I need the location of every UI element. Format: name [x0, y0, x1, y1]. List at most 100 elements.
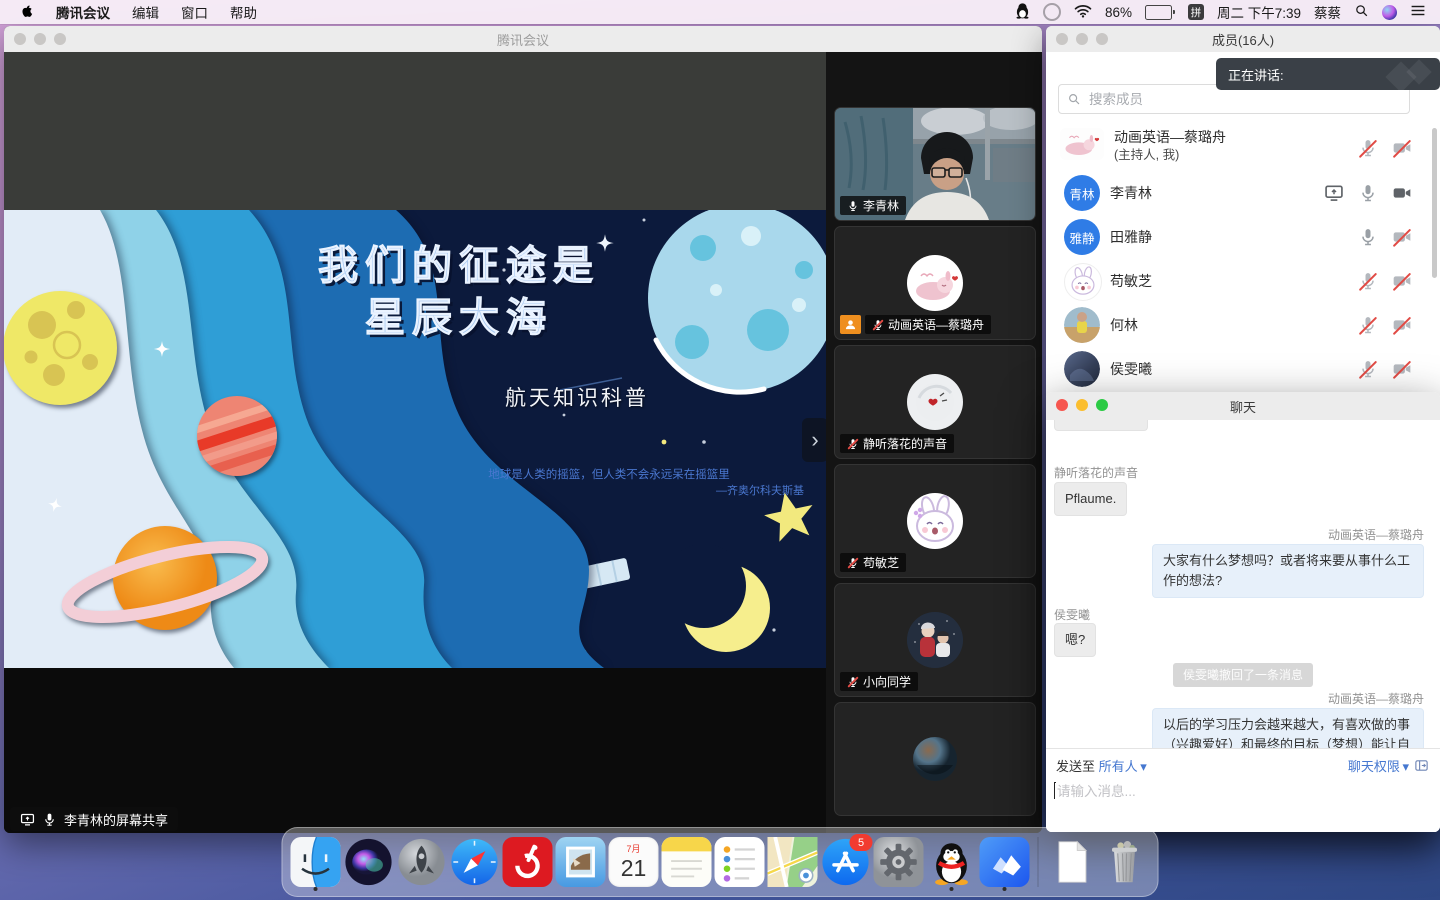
minimize-button[interactable] — [1076, 33, 1088, 45]
chat-titlebar: 聊天 — [1046, 392, 1440, 421]
dock-tencent-meeting-icon[interactable] — [980, 837, 1030, 887]
mic-on-icon[interactable] — [1358, 183, 1378, 203]
tile-name-label: 动画英语—蔡璐舟 — [865, 315, 991, 334]
zoom-button[interactable] — [1096, 33, 1108, 45]
avatar — [907, 374, 963, 430]
chat-footer: 发送至 所有人 ▾ 聊天权限 ▾ — [1046, 748, 1440, 832]
dock-maps-icon[interactable] — [768, 837, 818, 887]
dock-launchpad-icon[interactable] — [397, 837, 447, 887]
message-sender: 动画英语—蔡璐舟 — [1328, 526, 1424, 543]
dock-siri-icon[interactable] — [344, 837, 394, 887]
dock-reminders-icon[interactable] — [715, 837, 765, 887]
video-tile[interactable]: 小向同学 — [834, 583, 1036, 697]
camera-off-icon[interactable] — [1392, 227, 1412, 247]
share-banner-label: 李青林的屏幕共享 — [64, 810, 168, 829]
meeting-titlebar: 腾讯会议 — [4, 26, 1042, 53]
video-tile[interactable]: 静听落花的声音 — [834, 345, 1036, 459]
spotlight-search-icon[interactable] — [1354, 3, 1369, 21]
notification-center-icon[interactable] — [1410, 4, 1426, 20]
dock-mail-icon[interactable] — [556, 837, 606, 887]
mic-on-icon — [847, 200, 859, 212]
close-button[interactable] — [1056, 399, 1068, 411]
share-screen-icon — [20, 812, 35, 827]
dock-calendar-icon[interactable]: 7月21 — [609, 837, 659, 887]
chat-title: 聊天 — [1230, 397, 1256, 416]
menu-edit[interactable]: 编辑 — [132, 2, 159, 22]
member-row[interactable]: 苟敏芝 — [1046, 259, 1440, 303]
member-row[interactable]: 何林 — [1046, 303, 1440, 347]
mic-muted-icon — [872, 319, 884, 331]
avatar — [1064, 307, 1100, 343]
minimize-button[interactable] — [1076, 399, 1088, 411]
slide-quote: 地球是人类的摇篮，但人类不会永远呆在摇篮里 — [424, 466, 794, 482]
close-button[interactable] — [14, 33, 26, 45]
notification-badge: 5 — [850, 834, 873, 851]
video-tile[interactable]: 苟敏芝 — [834, 464, 1036, 578]
screen-share-banner: 李青林的屏幕共享 — [10, 807, 178, 831]
apple-menu-icon[interactable] — [20, 3, 34, 22]
mic-on-icon[interactable] — [1358, 227, 1378, 247]
mic-muted-icon[interactable] — [1358, 359, 1378, 379]
menu-user-name[interactable]: 蔡蔡 — [1314, 2, 1341, 22]
chat-permission-selector[interactable]: 聊天权限 ▾ — [1348, 756, 1409, 775]
zoom-button[interactable] — [54, 33, 66, 45]
dock-documents-icon[interactable] — [1047, 837, 1097, 887]
zoom-button[interactable] — [1096, 399, 1108, 411]
minimize-button[interactable] — [34, 33, 46, 45]
tile-name-label: 静听落花的声音 — [840, 434, 954, 453]
dock-qq-icon[interactable] — [927, 837, 977, 887]
dock-safari-icon[interactable] — [450, 837, 500, 887]
video-tile[interactable] — [834, 702, 1036, 816]
camera-off-icon[interactable] — [1392, 138, 1412, 158]
camera-off-icon[interactable] — [1392, 359, 1412, 379]
qq-status-icon[interactable] — [1015, 2, 1030, 22]
dock-system-preferences-icon[interactable] — [874, 837, 924, 887]
tile-name-label: 小向同学 — [840, 672, 918, 691]
camera-off-icon[interactable] — [1392, 271, 1412, 291]
video-tile[interactable]: 李青林 — [834, 107, 1036, 221]
chat-input[interactable] — [1055, 783, 1399, 800]
menu-window[interactable]: 窗口 — [181, 2, 208, 22]
send-to-selector[interactable]: 所有人 ▾ — [1099, 756, 1147, 775]
menu-clock[interactable]: 周二 下午7:39 — [1217, 2, 1301, 22]
avatar — [907, 731, 963, 787]
battery-icon[interactable] — [1145, 5, 1175, 20]
slide-subtitle: 航天知识科普 — [437, 382, 717, 412]
meeting-window: 腾讯会议 — [4, 26, 1042, 833]
dock-netease-music-icon[interactable] — [503, 837, 553, 887]
menu-help[interactable]: 帮助 — [230, 2, 257, 22]
dock-trash-icon[interactable] — [1100, 837, 1150, 887]
dock-appstore-icon[interactable]: 5 — [821, 837, 871, 887]
dock-finder-icon[interactable] — [291, 837, 341, 887]
adobe-cc-icon[interactable] — [1043, 3, 1061, 21]
menu-app-name[interactable]: 腾讯会议 — [56, 2, 110, 22]
chat-window: 聊天 静听落花的声音 Pflaume. 动画英语—蔡璐舟 大家有什么梦想吗？或者… — [1046, 392, 1440, 832]
wifi-icon[interactable] — [1074, 4, 1092, 21]
next-slide-button[interactable]: › — [802, 418, 826, 462]
message-sender: 侯雯曦 — [1054, 606, 1090, 623]
dock-notes-icon[interactable] — [662, 837, 712, 887]
scrollbar[interactable] — [1432, 128, 1437, 278]
input-method-badge[interactable]: 拼 — [1188, 4, 1204, 20]
camera-off-icon[interactable] — [1392, 315, 1412, 335]
member-row[interactable]: 动画英语—蔡璐舟 (主持人, 我) — [1046, 124, 1440, 172]
siri-icon[interactable] — [1382, 5, 1397, 20]
camera-on-icon[interactable] — [1392, 183, 1412, 203]
member-row[interactable]: 青林 李青林 — [1046, 171, 1440, 215]
video-tile[interactable]: 动画英语—蔡璐舟 — [834, 226, 1036, 340]
member-row[interactable]: 雅静 田雅静 — [1046, 215, 1440, 259]
sharing-screen-icon[interactable] — [1324, 183, 1344, 203]
desktop: 腾讯会议 编辑 窗口 帮助 86% 拼 周二 下午7:39 蔡蔡 — [0, 0, 1440, 900]
member-row[interactable]: 侯雯曦 — [1046, 347, 1440, 391]
search-input[interactable] — [1087, 91, 1401, 108]
mic-muted-icon[interactable] — [1358, 271, 1378, 291]
close-button[interactable] — [1056, 33, 1068, 45]
shared-screen: 我们的征途是 星辰大海 航天知识科普 地球是人类的摇篮，但人类不会永远呆在摇篮里… — [4, 52, 826, 833]
mic-muted-icon[interactable] — [1358, 138, 1378, 158]
avatar: 雅静 — [1064, 219, 1100, 255]
menu-bar: 腾讯会议 编辑 窗口 帮助 86% 拼 周二 下午7:39 蔡蔡 — [0, 0, 1440, 24]
popout-icon[interactable] — [1413, 758, 1430, 773]
members-title: 成员(16人) — [1212, 30, 1274, 49]
mic-muted-icon[interactable] — [1358, 315, 1378, 335]
avatar: 青林 — [1064, 175, 1100, 211]
